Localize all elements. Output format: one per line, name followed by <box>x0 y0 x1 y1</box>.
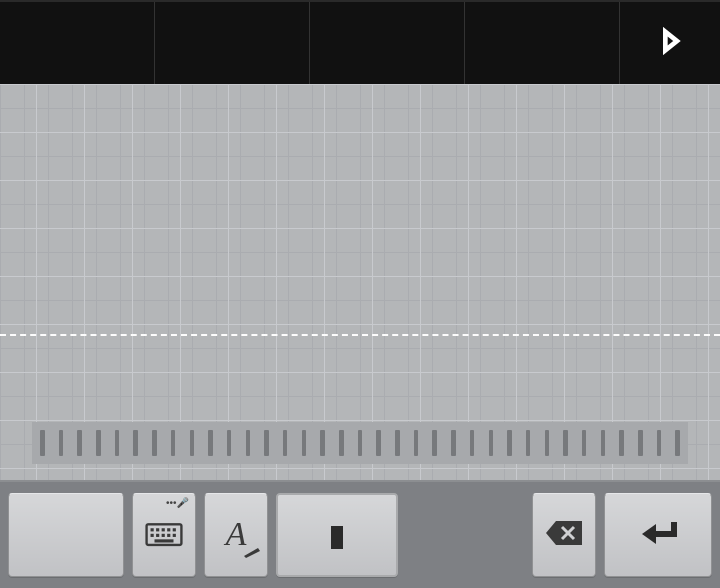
backspace-icon <box>544 519 584 552</box>
candidate-4[interactable] <box>465 2 620 84</box>
ruler-tick <box>302 430 307 456</box>
ruler-tick <box>507 430 512 456</box>
keyboard-toggle-key[interactable]: •••🎤 <box>132 493 196 577</box>
ruler-tick <box>264 430 269 456</box>
candidate-3[interactable] <box>310 2 465 84</box>
enter-icon <box>636 518 680 553</box>
ruler-tick <box>246 430 251 456</box>
ruler-tick <box>470 430 475 456</box>
ruler-tick <box>190 430 195 456</box>
ruler-tick <box>320 430 325 456</box>
ruler-tick <box>283 430 288 456</box>
ruler-tick <box>414 430 419 456</box>
candidate-2[interactable] <box>155 2 310 84</box>
candidate-1[interactable] <box>0 2 155 84</box>
ruler-tick <box>657 430 662 456</box>
grid-background <box>0 84 720 480</box>
space-key[interactable] <box>276 493 398 577</box>
enter-key[interactable] <box>604 493 712 577</box>
ruler-tick <box>601 430 606 456</box>
keyboard-bottom-row: •••🎤 A <box>0 480 720 588</box>
ruler-tick <box>77 430 82 456</box>
ruler-tick <box>376 430 381 456</box>
ruler-tick <box>40 430 45 456</box>
candidates-next-button[interactable] <box>620 2 720 84</box>
ruler-tick <box>563 430 568 456</box>
text-style-key[interactable]: A <box>204 493 268 577</box>
ruler-tick <box>526 430 531 456</box>
handwriting-input-area[interactable] <box>0 84 720 480</box>
text-style-icon: A <box>226 516 247 554</box>
ruler-tick <box>638 430 643 456</box>
ruler-tick <box>115 430 120 456</box>
ruler-tick <box>152 430 157 456</box>
ruler-tick <box>133 430 138 456</box>
ruler-tick <box>432 430 437 456</box>
ruler-tick <box>582 430 587 456</box>
ruler-tick <box>171 430 176 456</box>
ruler-tick <box>451 430 456 456</box>
ruler-tick <box>59 430 64 456</box>
ruler-tick <box>208 430 213 456</box>
baseline-guide <box>0 334 720 336</box>
ruler-tick <box>489 430 494 456</box>
ime-switch-key[interactable] <box>8 493 124 577</box>
space-icon <box>331 526 343 544</box>
ruler-tick <box>619 430 624 456</box>
ruler-tick <box>227 430 232 456</box>
candidate-bar <box>0 0 720 84</box>
ruler-tick <box>358 430 363 456</box>
keyboard-icon <box>145 516 183 555</box>
backspace-key[interactable] <box>532 493 596 577</box>
chevron-right-icon <box>656 27 684 60</box>
mic-icon: •••🎤 <box>166 498 189 509</box>
ruler-tick <box>96 430 101 456</box>
ruler-tick <box>395 430 400 456</box>
ruler-tick <box>675 430 680 456</box>
ruler <box>32 422 688 464</box>
ruler-tick <box>339 430 344 456</box>
ruler-tick <box>545 430 550 456</box>
